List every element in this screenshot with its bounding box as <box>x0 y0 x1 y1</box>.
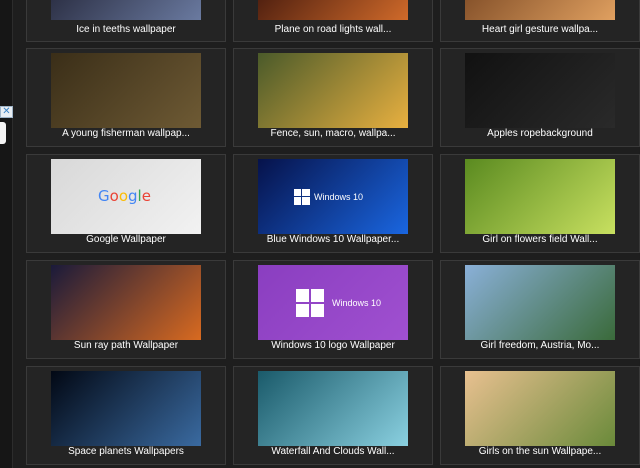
wallpaper-thumbnail[interactable] <box>51 265 201 340</box>
wallpaper-thumbnail[interactable] <box>51 371 201 446</box>
wallpaper-thumbnail[interactable] <box>465 0 615 20</box>
windows-logo-icon <box>294 189 310 205</box>
wallpaper-title[interactable]: Ice in teeths wallpaper <box>27 24 225 35</box>
wallpaper-tile[interactable]: Windows 10 Blue Windows 10 Wallpaper... <box>233 154 433 253</box>
wallpaper-tile[interactable]: Google Google Wallpaper <box>26 154 226 253</box>
wallpaper-title[interactable]: Google Wallpaper <box>27 234 225 245</box>
wallpaper-thumbnail[interactable] <box>465 53 615 128</box>
wallpaper-tile[interactable]: Apples ropebackground <box>440 48 640 147</box>
wallpaper-tile[interactable]: Windows 10 Windows 10 logo Wallpaper <box>233 260 433 359</box>
wallpaper-thumbnail[interactable] <box>465 159 615 234</box>
google-logo: Google <box>98 187 151 205</box>
wallpaper-title[interactable]: Space planets Wallpapers <box>27 446 225 457</box>
wallpaper-title[interactable]: Windows 10 logo Wallpaper <box>234 340 432 351</box>
wallpaper-title[interactable]: Girl freedom, Austria, Mo... <box>441 340 639 351</box>
wallpaper-thumbnail[interactable] <box>258 53 408 128</box>
wallpaper-title[interactable]: A young fisherman wallpap... <box>27 128 225 139</box>
wallpaper-tile[interactable]: Ice in teeths wallpaper <box>26 0 226 42</box>
wallpaper-thumbnail[interactable]: Windows 10 <box>258 159 408 234</box>
wallpaper-title[interactable]: Plane on road lights wall... <box>234 24 432 35</box>
wallpaper-thumbnail[interactable] <box>51 0 201 20</box>
wallpaper-thumbnail[interactable] <box>258 0 408 20</box>
wallpaper-thumbnail[interactable] <box>465 265 615 340</box>
wallpaper-grid: Ice in teeths wallpaper Plane on road li… <box>0 0 640 468</box>
wallpaper-thumbnail[interactable]: Windows 10 <box>258 265 408 340</box>
windows-logo-text: Windows 10 <box>314 192 364 202</box>
wallpaper-tile[interactable]: Plane on road lights wall... <box>233 0 433 42</box>
wallpaper-tile[interactable]: Heart girl gesture wallpa... <box>440 0 640 42</box>
wallpaper-tile[interactable]: Waterfall And Clouds Wall... <box>233 366 433 465</box>
wallpaper-tile[interactable]: Girl freedom, Austria, Mo... <box>440 260 640 359</box>
wallpaper-title[interactable]: Girl on flowers field Wall... <box>441 234 639 245</box>
windows-logo-text: Windows 10 <box>332 298 382 308</box>
wallpaper-tile[interactable]: Fence, sun, macro, wallpa... <box>233 48 433 147</box>
wallpaper-title[interactable]: Waterfall And Clouds Wall... <box>234 446 432 457</box>
wallpaper-tile[interactable]: Girls on the sun Wallpape... <box>440 366 640 465</box>
wallpaper-tile[interactable]: Sun ray path Wallpaper <box>26 260 226 359</box>
wallpaper-title[interactable]: Girls on the sun Wallpape... <box>441 446 639 457</box>
wallpaper-thumbnail[interactable] <box>258 371 408 446</box>
wallpaper-tile[interactable]: A young fisherman wallpap... <box>26 48 226 147</box>
windows-logo-icon <box>296 289 324 317</box>
wallpaper-title[interactable]: Heart girl gesture wallpa... <box>441 24 639 35</box>
wallpaper-tile[interactable]: Space planets Wallpapers <box>26 366 226 465</box>
wallpaper-tile[interactable]: Girl on flowers field Wall... <box>440 154 640 253</box>
wallpaper-thumbnail[interactable] <box>51 53 201 128</box>
wallpaper-title[interactable]: Apples ropebackground <box>441 128 639 139</box>
wallpaper-thumbnail[interactable]: Google <box>51 159 201 234</box>
wallpaper-title[interactable]: Blue Windows 10 Wallpaper... <box>234 234 432 245</box>
wallpaper-title[interactable]: Fence, sun, macro, wallpa... <box>234 128 432 139</box>
wallpaper-thumbnail[interactable] <box>465 371 615 446</box>
wallpaper-title[interactable]: Sun ray path Wallpaper <box>27 340 225 351</box>
